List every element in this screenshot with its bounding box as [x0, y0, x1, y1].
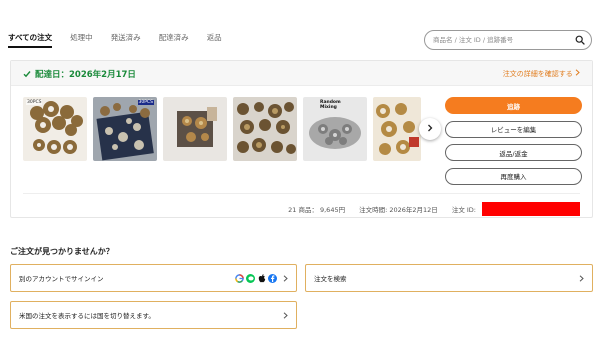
chevron-right-icon [283, 274, 288, 282]
product-thumbnail[interactable] [373, 97, 421, 161]
delivery-status: 配達日：2026年2月17日 [23, 68, 136, 80]
order-search-input[interactable] [433, 36, 575, 44]
thumbnail-badge: 30PCS [137, 100, 154, 105]
check-icon [23, 70, 31, 78]
search-orders-link[interactable]: 注文を検索 [305, 264, 593, 292]
tab-processing[interactable]: 処理中 [70, 32, 93, 48]
tab-returns[interactable]: 返品 [207, 32, 222, 48]
order-id-label: 注文 ID: [451, 206, 476, 214]
card-divider [23, 193, 580, 194]
order-actions: 追跡 レビューを編集 返品/返金 再度購入 [445, 97, 582, 191]
sign-in-other-account[interactable]: 別のアカウントでサインイン [10, 264, 297, 292]
edit-review-button[interactable]: レビューを編集 [445, 120, 582, 138]
order-time: 注文時間: 2026年2月12日 [359, 206, 438, 214]
order-search-box [424, 30, 592, 50]
chevron-right-icon [427, 124, 433, 134]
chevron-right-icon [575, 69, 580, 78]
tab-shipped[interactable]: 発送済み [111, 32, 141, 48]
order-details-link[interactable]: 注文の詳細を確認する [503, 69, 580, 79]
search-icon[interactable] [575, 35, 585, 45]
thumbnail-badge: Random Mixing [320, 100, 341, 110]
product-thumbnail[interactable]: 30PCS [23, 97, 87, 161]
order-summary: 21 商品： 9,645円 注文時間: 2026年2月12日 注文 ID: [282, 202, 580, 216]
chevron-right-icon [283, 311, 288, 319]
return-refund-button[interactable]: 返品/返金 [445, 144, 582, 161]
product-thumbnail[interactable]: Random Mixing [303, 97, 367, 161]
facebook-icon [268, 273, 277, 283]
order-total: 9,645円 [319, 206, 346, 214]
order-id-redacted [482, 202, 580, 216]
thumbnail-next-button[interactable] [419, 118, 441, 140]
switch-country-label: 米国の注文を表示するには国を切り替えます。 [19, 312, 155, 320]
item-count: 21 商品： [288, 206, 318, 214]
tab-delivered[interactable]: 配達済み [159, 32, 189, 48]
chevron-right-icon [579, 274, 584, 282]
sign-in-other-account-label: 別のアカウントでサインイン [19, 275, 104, 283]
product-thumbnail[interactable]: 30PCS [93, 97, 157, 161]
order-card: 配達日：2026年2月17日 注文の詳細を確認する 30PCS 30PCS Ra… [10, 60, 593, 218]
switch-country-link[interactable]: 米国の注文を表示するには国を切り替えます。 [10, 301, 297, 329]
search-orders-label: 注文を検索 [314, 275, 347, 283]
line-icon [246, 273, 255, 283]
order-details-link-label: 注文の詳細を確認する [502, 70, 573, 78]
apple-icon [257, 273, 266, 283]
tab-all-orders[interactable]: すべての注文 [8, 32, 53, 48]
google-icon [235, 273, 244, 283]
track-button[interactable]: 追跡 [445, 97, 582, 114]
login-providers [235, 273, 277, 283]
product-thumbnail[interactable] [163, 97, 227, 161]
delivery-date-text: 配達日：2026年2月17日 [35, 70, 136, 80]
order-tabs: すべての注文 処理中 発送済み 配達済み 返品 [8, 32, 240, 48]
product-thumbnails: 30PCS 30PCS Random Mixing [23, 97, 421, 161]
help-title: ご注文が見つかりませんか？ [10, 247, 114, 256]
product-thumbnail[interactable] [233, 97, 297, 161]
buy-again-button[interactable]: 再度購入 [445, 167, 582, 185]
order-card-header: 配達日：2026年2月17日 注文の詳細を確認する [11, 61, 592, 86]
thumbnail-badge: 30PCS [26, 100, 43, 105]
